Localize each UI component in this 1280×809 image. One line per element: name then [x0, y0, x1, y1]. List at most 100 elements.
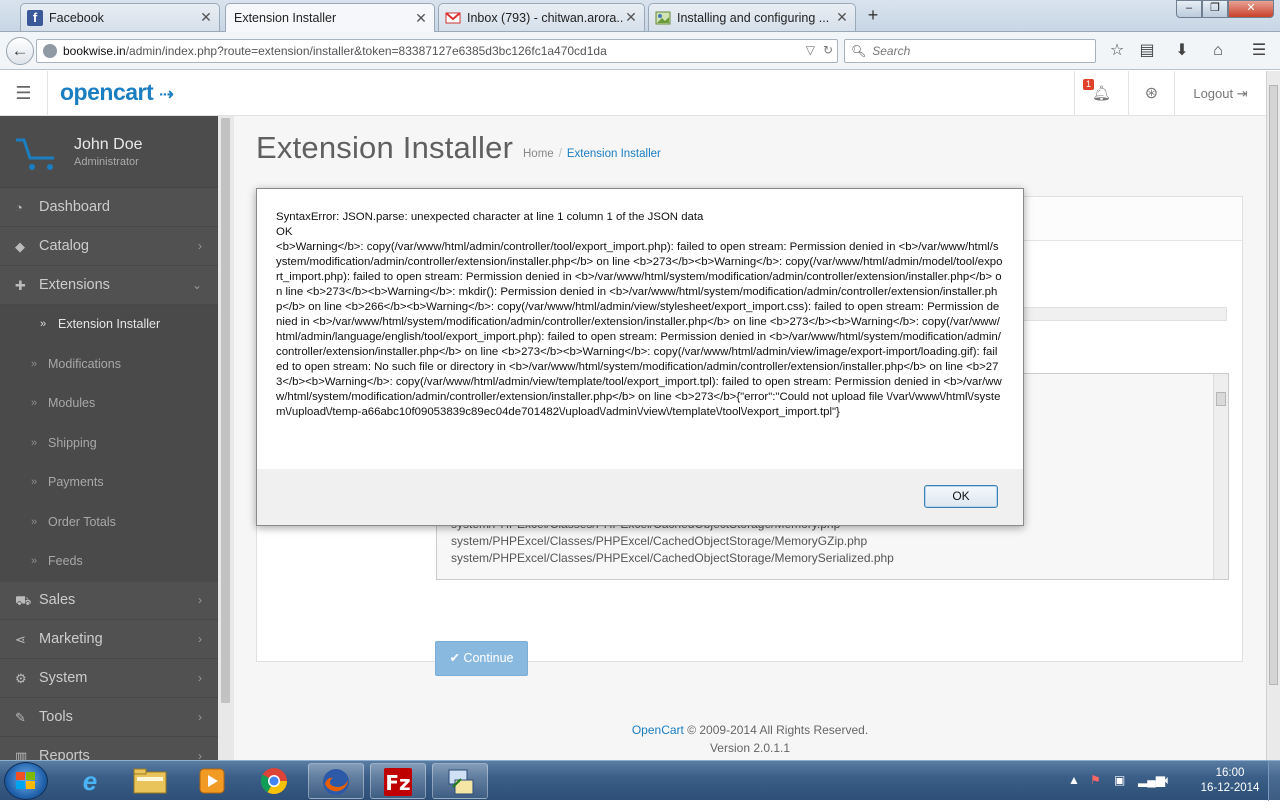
opencart-logo[interactable]: opencart ⇢: [60, 79, 174, 106]
chevron-right-icon: ›: [198, 632, 202, 646]
footer-opencart-link[interactable]: OpenCart: [632, 723, 684, 737]
tab-title: Extension Installer: [234, 11, 337, 25]
share-icon: ⋖: [15, 632, 26, 647]
footer-copyright: © 2009-2014 All Rights Reserved.: [683, 723, 869, 737]
scrollbar-thumb[interactable]: [1216, 392, 1226, 406]
sidebar-subitem-order-totals[interactable]: » Order Totals: [0, 502, 218, 542]
notifications-button[interactable]: 🔔︎: [1074, 71, 1128, 116]
double-chevron-icon: »: [31, 515, 38, 528]
breadcrumb-current[interactable]: Extension Installer: [567, 148, 661, 160]
user-name[interactable]: John Doe: [74, 136, 143, 154]
media-player-icon[interactable]: [184, 763, 240, 799]
close-tab-icon[interactable]: ✕: [414, 10, 428, 27]
help-button[interactable]: ⊛: [1128, 71, 1174, 116]
close-window-button[interactable]: ✕: [1228, 0, 1274, 18]
tab-installing-configuring[interactable]: Installing and configuring ... ✕: [648, 3, 856, 31]
star-icon[interactable]: ☆: [1105, 40, 1129, 62]
sidebar-subitem-shipping[interactable]: » Shipping: [0, 423, 218, 463]
windows-logo-icon: [16, 772, 36, 791]
sidebar-item-dashboard[interactable]: ◔ Dashboard: [0, 188, 218, 227]
start-button[interactable]: [4, 762, 48, 800]
ok-button[interactable]: OK: [924, 485, 998, 508]
download-icon[interactable]: ⬇: [1170, 40, 1194, 62]
sidebar-item-catalog[interactable]: ◆ Catalog ›: [0, 227, 218, 266]
tab-facebook[interactable]: f Facebook ✕: [20, 3, 220, 31]
back-button[interactable]: ←: [6, 37, 34, 65]
logout-button[interactable]: Logout ⇥: [1174, 71, 1266, 116]
firefox-icon[interactable]: [308, 763, 364, 799]
signal-icon[interactable]: ▂▄▆: [1138, 773, 1165, 787]
scrollbar-thumb[interactable]: [1269, 85, 1278, 685]
file-explorer-icon[interactable]: [122, 763, 178, 799]
menu-icon[interactable]: ☰: [1247, 40, 1271, 62]
action-center-icon[interactable]: ⚑: [1090, 773, 1101, 787]
svg-text:Fz: Fz: [385, 771, 410, 795]
close-tab-icon[interactable]: ✕: [624, 9, 638, 26]
clock-time: 16:00: [1215, 767, 1245, 779]
bell-icon: 🔔︎: [1091, 85, 1112, 102]
sidebar-subitem-modifications[interactable]: » Modifications: [0, 344, 218, 384]
sidebar-item-tools[interactable]: ✎ Tools ›: [0, 698, 218, 737]
menu-toggle-button[interactable]: ☰: [0, 71, 48, 116]
double-chevron-icon: »: [31, 555, 38, 567]
page-title: Extension Installer: [256, 130, 514, 165]
sidebar-subitem-feeds[interactable]: » Feeds: [0, 542, 218, 582]
sidebar-item-label: Sales: [39, 592, 76, 608]
home-icon[interactable]: ⌂: [1206, 40, 1230, 62]
search-placeholder: Search: [872, 44, 911, 58]
double-chevron-icon: »: [40, 318, 47, 330]
sidebar-item-marketing[interactable]: ⋖ Marketing ›: [0, 620, 218, 659]
hamburger-icon: ☰: [15, 83, 32, 103]
system-clock[interactable]: 16:00 16-12-2014: [1196, 766, 1264, 796]
reader-icon[interactable]: ▤: [1135, 40, 1159, 62]
sidebar-scrollbar[interactable]: [218, 116, 234, 760]
sidebar-item-sales[interactable]: ⛟ Sales ›: [0, 581, 218, 620]
gmail-icon: [445, 10, 461, 26]
sidebar-subitem-modules[interactable]: » Modules: [0, 384, 218, 424]
close-tab-icon[interactable]: ✕: [835, 9, 849, 26]
continue-button[interactable]: ✔ Continue: [435, 641, 528, 676]
chevron-right-icon: ›: [198, 671, 202, 685]
breadcrumb-home[interactable]: Home: [523, 148, 554, 160]
life-ring-icon: ⊛: [1144, 85, 1159, 102]
sidebar-item-extensions[interactable]: ✚ Extensions ⌄: [0, 266, 218, 305]
sidebar-item-reports[interactable]: ▥ Reports ›: [0, 737, 218, 760]
sidebar-item-system[interactable]: ⚙ System ›: [0, 659, 218, 698]
chevron-down-icon: ⌄: [191, 278, 202, 292]
page-scrollbar[interactable]: [1266, 71, 1280, 760]
reload-icon[interactable]: ↻: [823, 43, 833, 57]
maximize-button[interactable]: ❐: [1202, 0, 1228, 18]
show-desktop-button[interactable]: [1268, 761, 1280, 801]
alert-message: SyntaxError: JSON.parse: unexpected char…: [257, 189, 1023, 469]
new-tab-button[interactable]: +: [862, 6, 884, 26]
chevron-right-icon: ›: [198, 749, 202, 760]
sidebar-subitem-label: Modules: [48, 396, 96, 410]
dropdown-arrow-icon[interactable]: ▽: [806, 43, 815, 57]
device-icon[interactable]: ▣: [1114, 773, 1125, 787]
chrome-icon[interactable]: [246, 763, 302, 799]
sidebar-subitem-label: Shipping: [48, 435, 97, 450]
browser-nav-bar: ← bookwise.in/admin/index.php?route=exte…: [0, 32, 1280, 70]
tag-icon: ◆: [15, 239, 25, 254]
network-icon[interactable]: [432, 763, 488, 799]
sidebar-subitem-label: Order Totals: [48, 514, 116, 529]
double-chevron-icon: »: [31, 436, 38, 449]
minimize-button[interactable]: –: [1176, 0, 1202, 18]
volume-icon[interactable]: 🔈︎: [1164, 773, 1171, 788]
address-bar[interactable]: bookwise.in/admin/index.php?route=extens…: [36, 39, 838, 63]
filezilla-icon[interactable]: Fz: [370, 763, 426, 799]
textarea-scrollbar[interactable]: [1213, 374, 1228, 579]
facebook-icon: f: [27, 9, 43, 26]
sidebar-subitem-payments[interactable]: » Payments: [0, 463, 218, 503]
user-role: Administrator: [74, 156, 139, 168]
show-hidden-icons-icon[interactable]: ▲: [1068, 773, 1080, 787]
tab-gmail-inbox[interactable]: Inbox (793) - chitwan.arora... ✕: [438, 3, 645, 31]
close-tab-icon[interactable]: ✕: [199, 9, 213, 26]
internet-explorer-icon[interactable]: e: [62, 763, 118, 799]
sidebar-item-label: Marketing: [39, 631, 103, 647]
scrollbar-thumb[interactable]: [221, 118, 230, 703]
tab-title: Inbox (793) - chitwan.arora...: [467, 10, 624, 25]
sidebar-subitem-extension-installer[interactable]: » Extension Installer: [0, 305, 218, 345]
search-input[interactable]: 🔍︎ Search: [844, 39, 1096, 63]
tab-extension-installer[interactable]: Extension Installer ✕: [225, 3, 435, 32]
